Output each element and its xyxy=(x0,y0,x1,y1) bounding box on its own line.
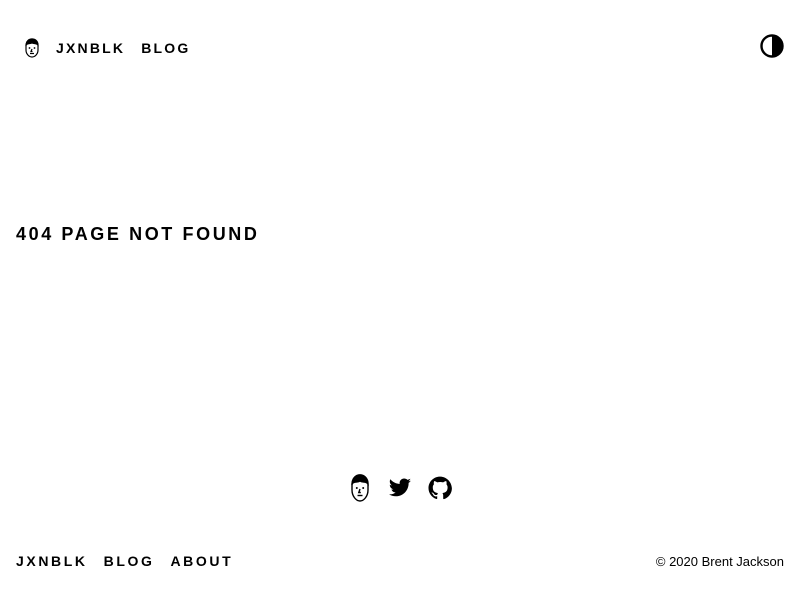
brand-name: JXNBLK xyxy=(56,40,126,56)
nav-blog-link[interactable]: BLOG xyxy=(141,41,190,55)
footer-link-about[interactable]: ABOUT xyxy=(170,554,233,568)
social-link-twitter[interactable] xyxy=(388,474,412,506)
footer-link-home[interactable]: JXNBLK xyxy=(16,554,88,568)
site-footer: JXNBLK BLOG ABOUT © 2020 Brent Jackson xyxy=(16,552,784,570)
face-avatar-icon xyxy=(348,473,372,508)
theme-toggle-button[interactable] xyxy=(758,33,786,64)
face-avatar-icon xyxy=(20,36,56,60)
social-links xyxy=(0,473,800,508)
header-nav: JXNBLK BLOG xyxy=(20,36,190,60)
page-title: 404 PAGE NOT FOUND xyxy=(16,224,260,244)
social-link-avatar[interactable] xyxy=(348,473,372,508)
github-icon xyxy=(428,476,452,505)
footer-nav: JXNBLK BLOG ABOUT xyxy=(16,554,233,568)
page: JXNBLK BLOG 404 PAGE NOT FOUND JXNBLK BL… xyxy=(0,0,800,600)
footer-link-blog[interactable]: BLOG xyxy=(104,554,155,568)
social-link-github[interactable] xyxy=(428,474,452,506)
home-link[interactable]: JXNBLK xyxy=(20,36,141,60)
copyright-text: © 2020 Brent Jackson xyxy=(655,553,784,569)
site-header: JXNBLK BLOG xyxy=(0,0,800,96)
half-circle-contrast-icon xyxy=(759,33,785,64)
twitter-icon xyxy=(388,476,412,505)
